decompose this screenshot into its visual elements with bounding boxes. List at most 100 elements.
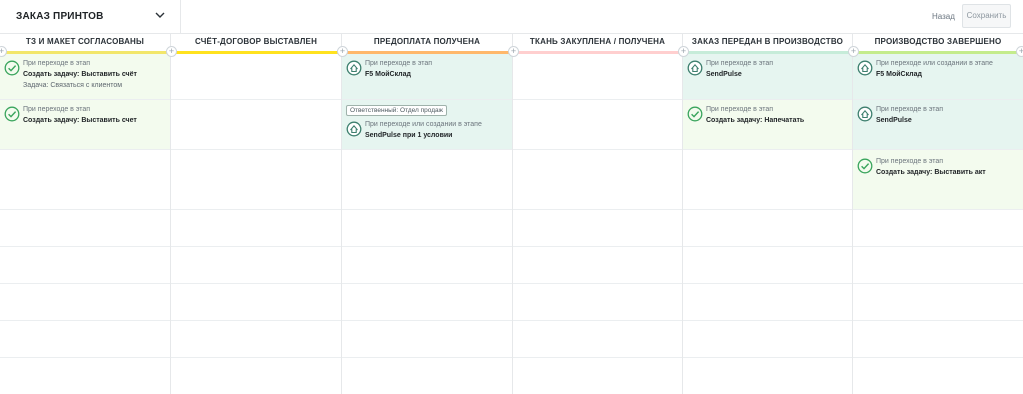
empty-cell[interactable] — [853, 284, 1023, 321]
automation-trigger[interactable]: При переходе или создании в этапе F5 Мой… — [857, 60, 1019, 84]
pipeline-selector[interactable]: ЗАКАЗ ПРИНТОВ — [0, 0, 181, 33]
empty-cell[interactable] — [513, 54, 682, 100]
stage-title: ТКАНЬ ЗАКУПЛЕНА / ПОЛУЧЕНА — [529, 37, 666, 46]
automation-cell: При переходе в этап SendPulse — [853, 100, 1023, 150]
trigger-condition: При переходе в этап — [706, 106, 774, 113]
stage-title: ПРЕДОПЛАТА ПОЛУЧЕНА — [373, 37, 481, 46]
empty-cell[interactable] — [513, 321, 682, 358]
empty-cell[interactable] — [171, 284, 341, 321]
trigger-condition: При переходе в этап — [706, 60, 774, 67]
empty-cell[interactable] — [171, 150, 341, 210]
add-stage-button[interactable]: + — [848, 46, 859, 57]
trigger-action: F5 МойСклад — [365, 71, 411, 78]
trigger-condition: При переходе в этап — [876, 106, 944, 113]
integration-icon — [346, 121, 362, 137]
automation-trigger[interactable]: При переходе в этап Создать задачу: Выст… — [857, 158, 1019, 182]
empty-cell[interactable] — [853, 210, 1023, 247]
add-stage-button[interactable]: + — [1016, 46, 1023, 57]
empty-cell[interactable] — [853, 247, 1023, 284]
responsible-tag: Ответственный: Отдел продаж — [346, 105, 448, 116]
empty-cell[interactable] — [342, 284, 512, 321]
trigger-condition: При переходе в этап — [23, 60, 91, 67]
empty-cell[interactable] — [683, 247, 852, 284]
check-circle-icon — [857, 158, 873, 174]
stage-header: СЧЁТ-ДОГОВОР ВЫСТАВЛЕН — [171, 34, 341, 54]
pipeline-title: ЗАКАЗ ПРИНТОВ — [16, 11, 104, 22]
empty-cell[interactable] — [342, 210, 512, 247]
stage-title: ПРОИЗВОДСТВО ЗАВЕРШЕНО — [874, 37, 1002, 46]
automation-trigger[interactable]: При переходе в этап SendPulse — [687, 60, 848, 84]
automation-trigger[interactable]: При переходе в этап Создать задачу: Напе… — [687, 106, 848, 130]
empty-cell[interactable] — [0, 321, 170, 358]
automation-cell: При переходе или создании в этапе F5 Мой… — [853, 54, 1023, 100]
empty-cell[interactable] — [683, 210, 852, 247]
automation-cell: При переходе в этап Создать задачу: Выст… — [0, 54, 170, 100]
empty-cell[interactable] — [683, 284, 852, 321]
automation-cell: При переходе в этап Создать задачу: Выст… — [853, 150, 1023, 210]
stage-column-2: СЧЁТ-ДОГОВОР ВЫСТАВЛЕН — [171, 34, 342, 394]
save-button[interactable]: Сохранить — [962, 4, 1011, 28]
trigger-condition: При переходе в этап — [23, 106, 91, 113]
stage-column-3: ПРЕДОПЛАТА ПОЛУЧЕНА При переходе в этап … — [342, 34, 513, 394]
trigger-condition: При переходе в этап — [876, 158, 944, 165]
empty-cell[interactable] — [342, 150, 512, 210]
chevron-down-icon — [155, 12, 165, 18]
stage-column-4: ТКАНЬ ЗАКУПЛЕНА / ПОЛУЧЕНА — [513, 34, 683, 394]
empty-cell[interactable] — [683, 321, 852, 358]
trigger-action: SendPulse — [706, 71, 742, 78]
add-stage-button[interactable]: + — [678, 46, 689, 57]
empty-cell[interactable] — [171, 100, 341, 150]
trigger-action: Создать задачу: Напечатать — [706, 117, 805, 124]
automation-trigger[interactable]: При переходе в этап Создать задачу: Выст… — [4, 106, 166, 130]
empty-cell[interactable] — [0, 210, 170, 247]
automation-cell: Ответственный: Отдел продаж При переходе… — [342, 100, 512, 150]
stage-header: ТКАНЬ ЗАКУПЛЕНА / ПОЛУЧЕНА — [513, 34, 682, 54]
empty-cell[interactable] — [171, 247, 341, 284]
trigger-action: Создать задачу: Выставить счет — [23, 117, 137, 124]
empty-cell[interactable] — [513, 284, 682, 321]
empty-cell[interactable] — [171, 321, 341, 358]
stage-header: ПРЕДОПЛАТА ПОЛУЧЕНА — [342, 34, 512, 54]
trigger-condition: При переходе или создании в этапе — [365, 121, 482, 128]
stage-title: ТЗ И МАКЕТ СОГЛАСОВАНЫ — [25, 37, 145, 46]
trigger-condition: При переходе или создании в этапе — [876, 60, 993, 67]
stage-column-6: ПРОИЗВОДСТВО ЗАВЕРШЕНО При переходе или … — [853, 34, 1023, 394]
stage-title: ЗАКАЗ ПЕРЕДАН В ПРОИЗВОДСТВО — [691, 37, 844, 46]
empty-cell[interactable] — [342, 247, 512, 284]
trigger-action: SendPulse при 1 условии — [365, 132, 453, 139]
trigger-action: Создать задачу: Выставить акт — [876, 169, 986, 176]
empty-cell[interactable] — [0, 150, 170, 210]
empty-cell[interactable] — [0, 284, 170, 321]
check-circle-icon — [4, 106, 20, 122]
add-stage-button[interactable]: + — [508, 46, 519, 57]
empty-cell[interactable] — [171, 54, 341, 100]
integration-icon — [857, 106, 873, 122]
empty-cell[interactable] — [513, 150, 682, 210]
add-stage-button[interactable]: + — [166, 46, 177, 57]
integration-icon — [857, 60, 873, 76]
empty-cell[interactable] — [513, 247, 682, 284]
automation-cell: При переходе в этап F5 МойСклад — [342, 54, 512, 100]
integration-icon — [346, 60, 362, 76]
empty-cell[interactable] — [853, 321, 1023, 358]
automation-trigger[interactable]: При переходе в этап F5 МойСклад — [346, 60, 508, 84]
stage-header: ЗАКАЗ ПЕРЕДАН В ПРОИЗВОДСТВО — [683, 34, 852, 54]
stage-title: СЧЁТ-ДОГОВОР ВЫСТАВЛЕН — [194, 37, 318, 46]
empty-cell[interactable] — [342, 321, 512, 358]
back-button[interactable]: Назад — [926, 7, 961, 26]
integration-icon — [687, 60, 703, 76]
automation-trigger[interactable]: При переходе в этап Создать задачу: Выст… — [4, 60, 166, 94]
empty-cell[interactable] — [513, 210, 682, 247]
add-stage-button[interactable]: + — [337, 46, 348, 57]
automation-trigger[interactable]: При переходе или создании в этапе SendPu… — [346, 121, 508, 145]
trigger-condition: При переходе в этап — [365, 60, 433, 67]
stages-board: ТЗ И МАКЕТ СОГЛАСОВАНЫ При переходе в эт… — [0, 33, 1023, 394]
automation-trigger[interactable]: При переходе в этап SendPulse — [857, 106, 1019, 130]
empty-cell[interactable] — [513, 100, 682, 150]
trigger-action: SendPulse — [876, 117, 912, 124]
empty-cell[interactable] — [0, 247, 170, 284]
empty-cell[interactable] — [683, 150, 852, 210]
empty-cell[interactable] — [171, 210, 341, 247]
trigger-action: F5 МойСклад — [876, 71, 922, 78]
stage-column-5: ЗАКАЗ ПЕРЕДАН В ПРОИЗВОДСТВО При переход… — [683, 34, 853, 394]
